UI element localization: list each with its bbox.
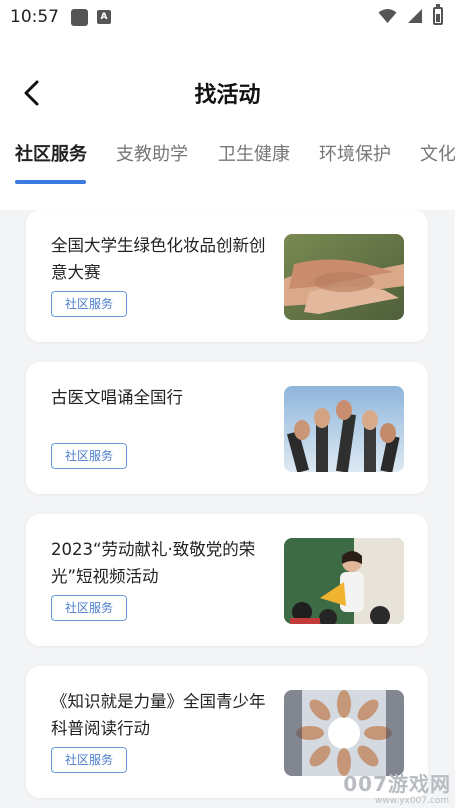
status-bar: 10:57 A bbox=[0, 0, 455, 34]
stacked-hands-photo bbox=[284, 234, 404, 320]
activity-title: 古医文唱诵全国行 bbox=[51, 388, 183, 407]
activity-tag: 社区服务 bbox=[51, 443, 127, 469]
a-icon: A bbox=[97, 10, 111, 24]
category-tabs: 社区服务 支教助学 卫生健康 环境保护 文化 bbox=[0, 140, 455, 186]
tab-environment[interactable]: 环境保护 bbox=[319, 140, 391, 166]
activity-tag: 社区服务 bbox=[51, 291, 127, 317]
page-title: 找活动 bbox=[194, 83, 261, 108]
notification-square-icon bbox=[71, 8, 88, 26]
tab-community-service[interactable]: 社区服务 bbox=[15, 140, 87, 166]
status-time: 10:57 bbox=[10, 7, 59, 27]
activity-title: 全国大学生绿色化妆品创新创意大赛 bbox=[51, 236, 266, 282]
signal-icon bbox=[408, 9, 422, 23]
activity-card[interactable]: 古医文唱诵全国行 社区服务 bbox=[26, 362, 428, 494]
tab-active-indicator bbox=[15, 180, 86, 184]
tab-health[interactable]: 卫生健康 bbox=[218, 140, 290, 166]
activity-tag: 社区服务 bbox=[51, 747, 127, 773]
teacher-classroom-photo bbox=[284, 538, 404, 624]
activity-title: 《知识就是力量》全国青少年科普阅读行动 bbox=[51, 692, 266, 738]
activity-card[interactable]: 《知识就是力量》全国青少年科普阅读行动 社区服务 bbox=[26, 666, 428, 798]
activity-tag: 社区服务 bbox=[51, 595, 127, 621]
raised-thumbs-photo bbox=[284, 386, 404, 472]
tab-culture[interactable]: 文化 bbox=[420, 140, 455, 166]
wifi-icon bbox=[378, 9, 397, 23]
battery-icon bbox=[433, 4, 443, 25]
tab-teaching-support[interactable]: 支教助学 bbox=[116, 140, 188, 166]
activity-card[interactable]: 全国大学生绿色化妆品创新创意大赛 社区服务 bbox=[26, 210, 428, 342]
activity-card[interactable]: 2023“劳动献礼·致敬党的荣光”短视频活动 社区服务 bbox=[26, 514, 428, 646]
activity-title: 2023“劳动献礼·致敬党的荣光”短视频活动 bbox=[51, 540, 256, 586]
status-right bbox=[378, 4, 443, 25]
circle-of-hands-photo bbox=[284, 690, 404, 776]
